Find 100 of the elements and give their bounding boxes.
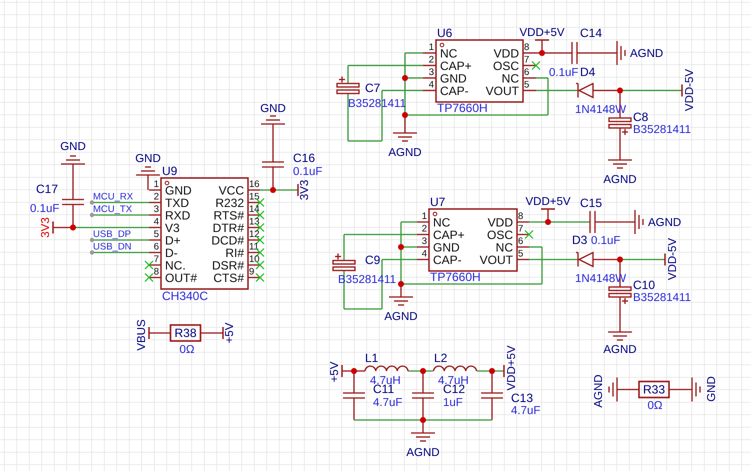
- part-value: 0.1uF: [591, 235, 620, 247]
- pin-line: [423, 90, 436, 92]
- junction-dot: [489, 368, 495, 374]
- pin-line: [149, 252, 161, 254]
- pin-line: [149, 239, 161, 241]
- junction-dot: [402, 112, 408, 118]
- wire-end-dot: [90, 250, 94, 255]
- capacitor-symbol: [262, 161, 284, 168]
- inductor-symbol: [432, 365, 478, 372]
- pin-line: [423, 64, 436, 66]
- pin-one-dot: [164, 180, 170, 186]
- pin-name: DSR#: [212, 258, 244, 272]
- wire-end-dot: [90, 212, 94, 218]
- net-label: MCU_RX: [93, 192, 134, 202]
- pin-line: [523, 77, 536, 79]
- pin-number: 2: [154, 192, 159, 202]
- pin-name: TXD: [165, 196, 189, 210]
- pin-number: 15: [249, 192, 260, 202]
- diode-symbol: [576, 82, 594, 99]
- pin-number: 4: [422, 248, 427, 260]
- power-net-label: 3V3: [40, 217, 52, 238]
- pin-name: NC: [440, 46, 458, 60]
- pin-name: GND: [165, 184, 192, 198]
- pin-number: 16: [249, 179, 260, 190]
- pin-name: OSC: [492, 59, 519, 73]
- pin-number: 8: [518, 211, 524, 222]
- pin-number: 5: [524, 80, 530, 90]
- pin-one-dot: [440, 42, 444, 48]
- pin-number: 9: [249, 266, 254, 278]
- junction-dot: [398, 244, 404, 250]
- power-net-label: VDD+5V: [506, 345, 518, 391]
- pin-name: CAP-: [440, 84, 469, 98]
- pin-name: VCC: [218, 184, 244, 198]
- power-net-label: VDD+5V: [519, 27, 565, 39]
- pin-number: 2: [428, 54, 434, 66]
- part-value: 0.1uF: [549, 67, 578, 79]
- pin-line: [248, 239, 260, 241]
- pin-name: RI#: [225, 246, 244, 260]
- junction-dot: [617, 256, 623, 262]
- pin-line: [423, 52, 436, 54]
- power-net-label: AGND: [648, 217, 682, 229]
- part-number: TP7660H: [430, 270, 481, 284]
- ground-symbol: [691, 378, 701, 402]
- part-value: 0Ω: [648, 400, 662, 412]
- designator-label: C7: [365, 81, 380, 95]
- pin-number: 7: [154, 254, 159, 265]
- net-label: MCU_TX: [93, 204, 132, 215]
- power-net-label: VBUS: [136, 319, 148, 351]
- pin-name: NC.: [165, 258, 186, 272]
- part-value: 0Ω: [180, 344, 194, 356]
- ground-symbol: [608, 378, 618, 402]
- capacitor-symbol: [343, 392, 365, 399]
- pin-number: 1: [428, 42, 434, 53]
- ground-symbol: [261, 115, 285, 125]
- pin-line: [423, 77, 436, 79]
- junction-dot: [617, 88, 623, 94]
- designator-label: U9: [162, 164, 178, 178]
- ground-symbol: [634, 210, 644, 234]
- power-net-label: AGND: [593, 374, 605, 408]
- pin-name: NC: [496, 240, 513, 254]
- pin-name: D-: [165, 246, 178, 260]
- pin-number: 13: [249, 216, 260, 228]
- pin-name: VDD: [488, 216, 513, 230]
- power-net-label: AGND: [384, 311, 418, 323]
- pin-name: VOUT: [486, 84, 519, 98]
- capacitor-symbol: [412, 392, 434, 399]
- part-value: 0.1uF: [293, 166, 322, 178]
- pin-number: 1: [422, 211, 427, 222]
- designator-label: C15: [580, 196, 602, 210]
- pin-number: 5: [518, 248, 524, 260]
- part-value: 0.1uF: [30, 203, 60, 215]
- pin-line: [523, 52, 536, 54]
- pin-line: [149, 214, 161, 216]
- wire-end-dot: [90, 238, 94, 242]
- power-net-label: AGND: [630, 48, 664, 60]
- pin-line: [517, 221, 529, 223]
- pin-line: [248, 226, 260, 228]
- pin-one-dot: [432, 212, 438, 216]
- pin-line: [248, 252, 260, 254]
- wire: [201, 332, 223, 334]
- pin-number: 1: [154, 179, 159, 190]
- power-net-label: VDD+5V: [525, 196, 571, 208]
- designator-label: C13: [511, 391, 534, 405]
- designator-label: C9: [365, 253, 380, 267]
- pin-line: [248, 276, 260, 278]
- wire: [619, 128, 621, 160]
- pin-name: VOUT: [480, 253, 513, 267]
- pin-number: 8: [524, 42, 530, 53]
- power-net-label: +5V: [224, 322, 236, 344]
- power-net-label: +5V: [329, 362, 341, 382]
- wire: [619, 297, 621, 332]
- pin-number: 4: [428, 80, 434, 90]
- ground-symbol: [389, 296, 413, 306]
- pin-line: [149, 202, 161, 204]
- pin-number: 10: [249, 254, 260, 265]
- pin-name: NC: [502, 72, 519, 86]
- ground-symbol: [608, 331, 632, 341]
- designator-label: U7: [430, 195, 446, 209]
- pin-name: RTS#: [214, 208, 244, 222]
- pin-number: 3: [154, 204, 159, 215]
